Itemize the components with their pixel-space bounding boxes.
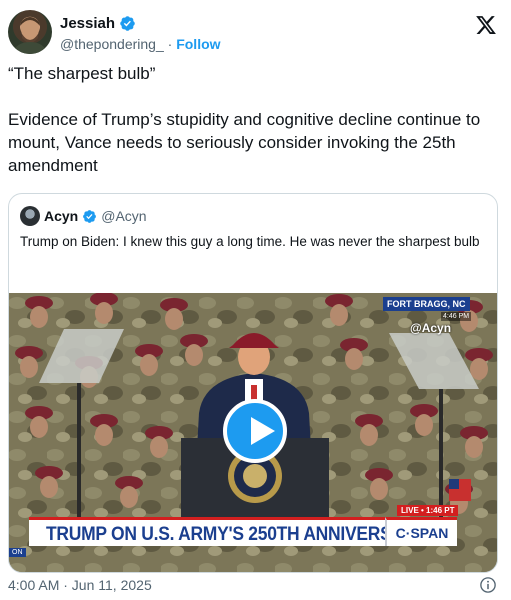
handle-separator: ·	[163, 36, 177, 52]
video-time-tag: 4:46 PM	[441, 312, 472, 321]
quoted-author-avatar	[20, 206, 40, 226]
news-banner-text: TRUMP ON U.S. ARMY'S 250TH ANNIVERSARY	[46, 524, 427, 545]
author-name-row: Jessiah	[60, 14, 136, 32]
quoted-tweet-text: Trump on Biden: I knew this guy a long t…	[20, 234, 480, 249]
tweet-header: Jessiah @thepondering_ · Follow	[8, 8, 503, 56]
video-player[interactable]: FORT BRAGG, NC 4:46 PM @Acyn TRUMP ON U.…	[9, 293, 497, 572]
author-name[interactable]: Jessiah	[60, 15, 115, 32]
verified-badge-icon	[120, 15, 135, 31]
tweet-footer: 4:00 AM · Jun 11, 2025	[8, 576, 503, 596]
author-handle-row: @thepondering_ · Follow	[60, 36, 221, 52]
play-icon	[251, 417, 275, 445]
info-icon[interactable]	[479, 576, 497, 594]
quoted-author-handle: @Acyn	[101, 208, 147, 224]
tweet-text-line2: Evidence of Trump’s stupidity and cognit…	[8, 110, 481, 175]
x-logo-icon[interactable]	[475, 14, 497, 36]
verified-badge-icon	[83, 209, 97, 223]
quoted-tweet-card[interactable]: Acyn @Acyn Trump on Biden: I knew this g…	[8, 193, 498, 573]
author-handle[interactable]: @thepondering_	[60, 36, 164, 52]
live-tag: LIVE • 1:46 PT	[397, 505, 459, 516]
network-logo: C·SPAN	[385, 517, 457, 546]
tweet-text: “The sharpest bulb” Evidence of Trump’s …	[8, 62, 503, 177]
play-button[interactable]	[223, 399, 287, 463]
location-tag: FORT BRAGG, NC	[383, 297, 470, 311]
on-tag: ON	[9, 548, 26, 557]
tweet-timestamp[interactable]: 4:00 AM · Jun 11, 2025	[8, 577, 152, 593]
author-avatar[interactable]	[8, 10, 52, 54]
follow-link[interactable]: Follow	[176, 36, 220, 52]
quoted-author-name: Acyn	[44, 208, 79, 224]
tweet-text-line1: “The sharpest bulb”	[8, 64, 156, 83]
video-watermark: @Acyn	[410, 321, 452, 335]
quoted-author-row: Acyn @Acyn	[20, 206, 147, 226]
